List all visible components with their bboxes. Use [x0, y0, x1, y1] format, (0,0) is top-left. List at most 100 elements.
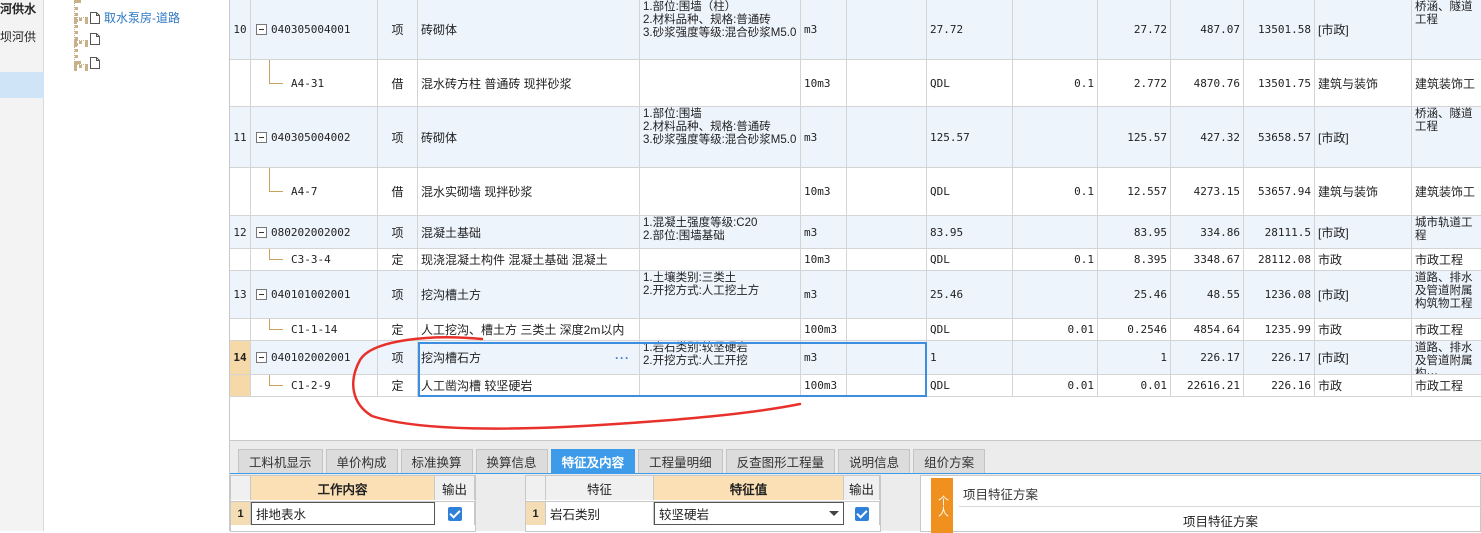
unit-price-cell[interactable]: 4854.64 [1171, 319, 1244, 340]
boq-item-row[interactable]: 10 040305004001 项砖砌体 1.部位:围墙（柱） 2.材料品种、规格:普… [230, 0, 1481, 60]
item-feature-cell[interactable] [640, 168, 801, 215]
quantity-cell[interactable]: 8.395 [1098, 249, 1171, 270]
quota-sub-row[interactable]: C1-1-14 定人工挖沟、槽土方 三类土 深度2m以内 100m3 QDL 0.01 0… [230, 319, 1481, 341]
major-category-cell[interactable]: 市政 [1315, 249, 1412, 270]
total-price-cell[interactable]: 13501.58 [1244, 0, 1315, 59]
item-name-cell[interactable]: 人工挖沟、槽土方 三类土 深度2m以内 [418, 319, 640, 340]
tree-node-3[interactable] [90, 57, 104, 69]
item-type-cell[interactable]: 定 [378, 249, 418, 270]
quantity-expression-cell[interactable] [847, 271, 927, 318]
tab-8[interactable]: 组价方案 [913, 449, 986, 473]
row-number-cell[interactable]: 10 [230, 0, 251, 59]
unit-price-cell[interactable]: 4870.76 [1171, 60, 1244, 106]
quantity-expression-cell[interactable] [847, 341, 927, 374]
header-work-content[interactable]: 工作内容 [251, 476, 435, 500]
coefficient-cell[interactable] [1013, 0, 1098, 59]
tab-0[interactable]: 工料机显示 [238, 449, 323, 473]
quantity-cell[interactable]: 0.2546 [1098, 319, 1171, 340]
boq-item-row[interactable]: 12 080202002002 项混凝土基础 1.混凝土强度等级:C20 2.部位:围… [230, 216, 1481, 249]
major-category-cell[interactable]: 市政 [1315, 375, 1412, 396]
project-category-cell[interactable]: 市政工程 [1412, 375, 1481, 396]
item-name-cell[interactable]: 混凝土基础 [418, 216, 640, 248]
item-feature-cell[interactable] [640, 60, 801, 106]
item-name-cell[interactable]: 挖沟槽土方 [418, 271, 640, 318]
item-feature-cell[interactable] [640, 319, 801, 340]
item-name-cell[interactable]: 混水砖方柱 普通砖 现拌砂浆 [418, 60, 640, 106]
quantity-expression-cell[interactable] [847, 0, 927, 59]
header-feature[interactable]: 特征 [546, 476, 654, 500]
unit-cell[interactable]: 10m3 [801, 168, 847, 215]
total-price-cell[interactable]: 1235.99 [1244, 319, 1315, 340]
item-code-cell[interactable]: 040102002001 [251, 341, 378, 374]
feature-name-cell[interactable]: 岩石类别 [546, 502, 654, 525]
unit-cell[interactable]: m3 [801, 341, 847, 374]
item-type-cell[interactable]: 项 [378, 107, 418, 167]
unit-price-cell[interactable]: 334.86 [1171, 216, 1244, 248]
row-number-cell[interactable] [230, 375, 251, 396]
total-price-cell[interactable]: 1236.08 [1244, 271, 1315, 318]
checkbox-checked-icon[interactable] [854, 506, 869, 521]
unit-price-cell[interactable]: 427.32 [1171, 107, 1244, 167]
item-type-cell[interactable]: 定 [378, 319, 418, 340]
quantity-formula-cell[interactable]: 1 [927, 341, 1013, 374]
output-checkbox-cell[interactable] [844, 502, 880, 525]
unit-price-cell[interactable]: 4273.15 [1171, 168, 1244, 215]
project-category-cell[interactable]: 道路、排水及管道附属构··· [1412, 341, 1481, 374]
quantity-expression-cell[interactable] [847, 375, 927, 396]
item-name-cell[interactable]: 现浇混凝土构件 混凝土基础 混凝土 [418, 249, 640, 270]
item-code-cell[interactable]: 080202002002 [251, 216, 378, 248]
row-number-cell[interactable] [230, 319, 251, 340]
total-price-cell[interactable]: 13501.75 [1244, 60, 1315, 106]
collapse-minus-icon[interactable] [256, 352, 267, 363]
item-feature-cell[interactable]: 1.土壤类别:三类土 2.开挖方式:人工挖土方 [640, 271, 801, 318]
unit-cell[interactable]: 10m3 [801, 60, 847, 106]
major-category-cell[interactable]: [市政] [1315, 341, 1412, 374]
tab-6[interactable]: 反查图形工程量 [725, 449, 836, 473]
item-feature-cell[interactable]: 1.部位:围墙 2.材料品种、规格:普通砖 3.砂浆强度等级:混合砂浆M5.0 [640, 107, 801, 167]
unit-cell[interactable]: 10m3 [801, 249, 847, 270]
quantity-cell[interactable]: 83.95 [1098, 216, 1171, 248]
quantity-formula-cell[interactable]: QDL [927, 168, 1013, 215]
item-type-cell[interactable]: 项 [378, 216, 418, 248]
quantity-formula-cell[interactable]: 25.46 [927, 271, 1013, 318]
quantity-expression-cell[interactable] [847, 249, 927, 270]
boq-item-row[interactable]: 13 040101002001 项挖沟槽土方 1.土壤类别:三类土 2.开挖方式:人工… [230, 271, 1481, 319]
unit-cell[interactable]: m3 [801, 107, 847, 167]
feature-row[interactable]: 1 岩石类别 较坚硬岩 [526, 501, 880, 525]
major-category-cell[interactable]: [市政] [1315, 271, 1412, 318]
collapse-minus-icon[interactable] [256, 131, 267, 143]
quota-sub-row[interactable]: A4-31 借混水砖方柱 普通砖 现拌砂浆 10m3 QDL 0.1 2.772 4870.… [230, 60, 1481, 107]
major-category-cell[interactable]: [市政] [1315, 216, 1412, 248]
more-options-icon[interactable]: ··· [615, 351, 636, 365]
item-code-cell[interactable]: 040101002001 [251, 271, 378, 318]
nav-item-water-supply[interactable]: 河供水 [0, 0, 36, 17]
major-category-cell[interactable]: 建筑与装饰 [1315, 168, 1412, 215]
tab-2[interactable]: 标准换算 [400, 449, 473, 473]
item-code-cell[interactable]: 040305004002 [251, 107, 378, 167]
quantity-cell[interactable]: 12.557 [1098, 168, 1171, 215]
quota-sub-row[interactable]: A4-7 借混水实砌墙 现拌砂浆 10m3 QDL 0.1 12.557 4273.15 53… [230, 168, 1481, 216]
quantity-cell[interactable]: 27.72 [1098, 0, 1171, 59]
quantity-cell[interactable]: 2.772 [1098, 60, 1171, 106]
scheme-column-header[interactable]: 项目特征方案 [959, 506, 1481, 533]
major-category-cell[interactable]: 市政 [1315, 319, 1412, 340]
total-price-cell[interactable]: 28112.08 [1244, 249, 1315, 270]
item-name-cell[interactable]: 挖沟槽石方 ··· [418, 341, 640, 374]
collapse-minus-icon[interactable] [256, 289, 267, 300]
total-price-cell[interactable]: 53658.57 [1244, 107, 1315, 167]
work-content-row[interactable]: 1 排地表水 [231, 501, 475, 525]
major-category-cell[interactable]: [市政] [1315, 0, 1412, 59]
coefficient-cell[interactable] [1013, 107, 1098, 167]
total-price-cell[interactable]: 226.17 [1244, 341, 1315, 374]
project-category-cell[interactable]: 市政工程 [1412, 249, 1481, 270]
tab-7[interactable]: 说明信息 [838, 449, 911, 473]
quantity-formula-cell[interactable]: 27.72 [927, 0, 1013, 59]
unit-cell[interactable]: m3 [801, 271, 847, 318]
tab-4[interactable]: 特征及内容 [550, 449, 636, 473]
row-number-cell[interactable] [230, 60, 251, 106]
item-type-cell[interactable]: 借 [378, 168, 418, 215]
major-category-cell[interactable]: [市政] [1315, 107, 1412, 167]
project-category-cell[interactable]: 建筑装饰工 [1412, 60, 1481, 106]
item-type-cell[interactable]: 项 [378, 271, 418, 318]
item-feature-cell[interactable] [640, 375, 801, 396]
